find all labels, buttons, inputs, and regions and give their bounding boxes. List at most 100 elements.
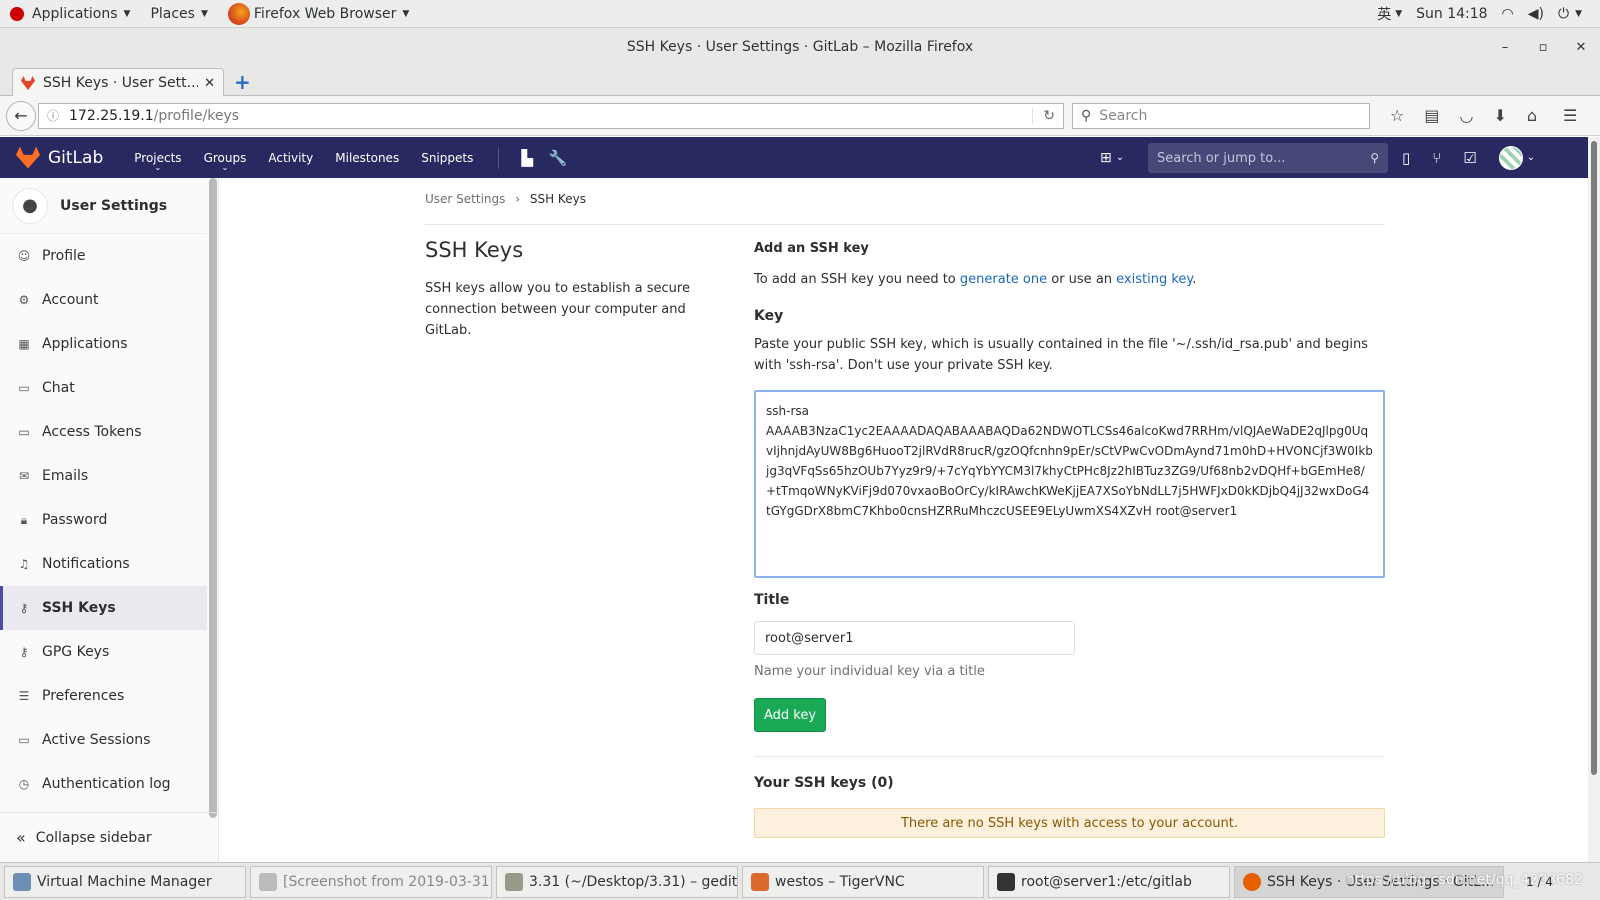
user-menu[interactable]: ⌄ xyxy=(1498,145,1535,170)
sidebar-item-chat[interactable]: ▭ Chat xyxy=(0,366,207,410)
bookmarks-list-icon[interactable]: ▤ xyxy=(1424,106,1439,125)
nav-activity[interactable]: Activity xyxy=(257,151,324,165)
minimize-button[interactable]: – xyxy=(1486,40,1524,55)
sidebar-item-active-sessions[interactable]: ▭ Active Sessions xyxy=(0,718,207,762)
hamburger-menu-icon[interactable]: ☰ xyxy=(1563,106,1577,125)
image-viewer-icon xyxy=(259,872,277,891)
sidebar-item-access-tokens[interactable]: ▭ Access Tokens xyxy=(0,410,207,454)
add-key-instructions: To add an SSH key you need to generate o… xyxy=(754,272,1197,287)
issues-icon[interactable]: ▯ xyxy=(1402,149,1410,167)
sidebar-item-applications[interactable]: ▦ Applications xyxy=(0,322,207,366)
url-bar[interactable]: ⓘ 172.25.19.1/profile/keys ↻ xyxy=(38,102,1064,129)
lock-icon: 🔒︎ xyxy=(20,512,28,527)
key-label: Key xyxy=(754,308,784,324)
url-host: 172.25.19.1 xyxy=(69,107,154,124)
close-window-button[interactable]: ✕ xyxy=(1562,40,1600,55)
title-help-text: Name your individual key via a title xyxy=(754,664,985,679)
caret-down-icon: ▼ xyxy=(1395,8,1403,19)
bookmark-star-icon[interactable]: ☆ xyxy=(1390,106,1404,125)
add-key-button[interactable]: Add key xyxy=(754,698,826,732)
sidebar-header[interactable]: ● User Settings xyxy=(0,178,206,234)
terminal-icon xyxy=(997,872,1015,891)
collapse-sidebar-button[interactable]: « Collapse sidebar xyxy=(0,812,218,862)
taskbar-item-tigervnc[interactable]: westos – TigerVNC xyxy=(742,865,984,898)
info-icon[interactable]: ⓘ xyxy=(47,107,59,124)
taskbar: Virtual Machine Manager [Screenshot from… xyxy=(0,862,1600,900)
page-scrollbar[interactable] xyxy=(1588,137,1600,862)
maximize-button[interactable]: ▫ xyxy=(1524,40,1562,55)
divider xyxy=(754,756,1385,757)
browser-tab[interactable]: SSH Keys · User Sett... ✕ xyxy=(12,68,224,97)
close-tab-icon[interactable]: ✕ xyxy=(204,76,215,91)
taskbar-item-screenshot[interactable]: [Screenshot from 2019-03-31... xyxy=(250,865,492,898)
key-icon: ⚷ xyxy=(19,645,29,659)
active-app-menu[interactable]: Firefox Web Browser ▼ xyxy=(218,0,419,28)
caret-down-icon: ▼ xyxy=(402,8,410,19)
breadcrumb-current[interactable]: SSH Keys xyxy=(530,192,586,206)
key-icon: ⚷ xyxy=(19,601,29,615)
nav-projects[interactable]: Projects ⌄ xyxy=(123,151,192,172)
taskbar-item-terminal[interactable]: root@server1:/etc/gitlab xyxy=(988,865,1230,898)
key-textarea[interactable]: ssh-rsa AAAAB3NzaC1yc2EAAAADAQABAAABAQDa… xyxy=(754,390,1385,578)
new-tab-button[interactable]: + xyxy=(234,70,251,94)
sidebar-item-ssh-keys[interactable]: ⚷ SSH Keys xyxy=(0,586,207,630)
sidebar-item-authentication-log[interactable]: ◷ Authentication log xyxy=(0,762,207,806)
sidebar-item-account[interactable]: ⚙ Account xyxy=(0,278,207,322)
wrench-icon[interactable]: 🔧 xyxy=(549,149,568,167)
chevron-down-icon: ⌄ xyxy=(1115,152,1125,163)
avatar xyxy=(1498,145,1523,170)
generate-one-link[interactable]: generate one xyxy=(960,272,1047,287)
taskbar-item-virt-manager[interactable]: Virtual Machine Manager xyxy=(4,865,246,898)
back-button[interactable]: ← xyxy=(6,100,36,131)
volume-icon[interactable]: ◀) xyxy=(1528,6,1544,22)
token-icon: ▭ xyxy=(18,425,30,439)
todos-icon[interactable]: ☑ xyxy=(1463,149,1476,167)
sidebar-scrollbar-thumb[interactable] xyxy=(209,178,217,818)
gitlab-favicon-icon xyxy=(21,76,35,90)
home-icon[interactable]: ⌂ xyxy=(1527,106,1537,125)
title-input[interactable] xyxy=(754,621,1075,655)
sidebar-item-notifications[interactable]: ♫ Notifications xyxy=(0,542,207,586)
user-icon: ● xyxy=(12,187,48,224)
power-icon[interactable]: ⏻ xyxy=(1558,6,1569,22)
applications-menu[interactable]: Applications ▼ xyxy=(0,0,140,28)
new-item-icon[interactable]: ⊞ xyxy=(1100,150,1112,166)
sidebar-item-preferences[interactable]: ☰ Preferences xyxy=(0,674,207,718)
browser-search-input[interactable]: ⚲ Search xyxy=(1072,102,1370,129)
navigation-bar: ← ⓘ 172.25.19.1/profile/keys ↻ ⚲ Search … xyxy=(0,96,1600,136)
tab-bar: SSH Keys · User Sett... ✕ + xyxy=(0,66,1600,97)
input-method-indicator[interactable]: 英 xyxy=(1377,4,1391,24)
existing-key-link[interactable]: existing key xyxy=(1116,272,1192,287)
download-icon[interactable]: ⬇ xyxy=(1493,106,1506,125)
page-title: SSH Keys xyxy=(425,238,524,262)
email-icon: ✉ xyxy=(18,469,30,483)
search-icon: ⚲ xyxy=(1370,151,1379,165)
sidebar-item-profile[interactable]: ☺ Profile xyxy=(0,234,207,278)
taskbar-item-gedit[interactable]: 3.31 (~/Desktop/3.31) – gedit xyxy=(496,865,738,898)
chart-icon[interactable]: ▙ xyxy=(521,149,533,167)
gitlab-logo[interactable]: GitLab xyxy=(16,146,103,169)
pocket-icon[interactable]: ◡ xyxy=(1459,106,1473,125)
nav-snippets[interactable]: Snippets xyxy=(410,151,484,165)
window-titlebar[interactable]: SSH Keys · User Settings · GitLab – Mozi… xyxy=(0,28,1600,66)
sidebar-item-gpg-keys[interactable]: ⚷ GPG Keys xyxy=(0,630,207,674)
tigervnc-icon xyxy=(751,872,769,891)
your-ssh-keys-heading: Your SSH keys (0) xyxy=(754,775,894,791)
clock[interactable]: Sun 14:18 xyxy=(1416,6,1487,22)
page-scrollbar-thumb[interactable] xyxy=(1591,141,1597,775)
reload-icon[interactable]: ↻ xyxy=(1032,107,1055,124)
gitlab-search-input[interactable]: Search or jump to... ⚲ xyxy=(1148,143,1388,173)
places-menu[interactable]: Places ▼ xyxy=(140,0,217,28)
nav-milestones[interactable]: Milestones xyxy=(324,151,410,165)
workspace-pager[interactable]: 1 / 4 xyxy=(1526,875,1553,889)
breadcrumb-parent[interactable]: User Settings xyxy=(425,192,505,206)
text-editor-icon xyxy=(505,872,523,891)
sidebar-scrollbar[interactable] xyxy=(207,178,218,818)
wifi-icon[interactable]: ◠ xyxy=(1502,6,1514,22)
main-content: User Settings › SSH Keys SSH Keys SSH ke… xyxy=(219,178,1588,862)
system-top-bar: Applications ▼ Places ▼ Firefox Web Brow… xyxy=(0,0,1600,28)
merge-requests-icon[interactable]: ⑂ xyxy=(1432,149,1441,167)
sidebar-item-emails[interactable]: ✉ Emails xyxy=(0,454,207,498)
nav-groups[interactable]: Groups ⌄ xyxy=(193,151,258,172)
sidebar-item-password[interactable]: 🔒︎ Password xyxy=(0,498,207,542)
